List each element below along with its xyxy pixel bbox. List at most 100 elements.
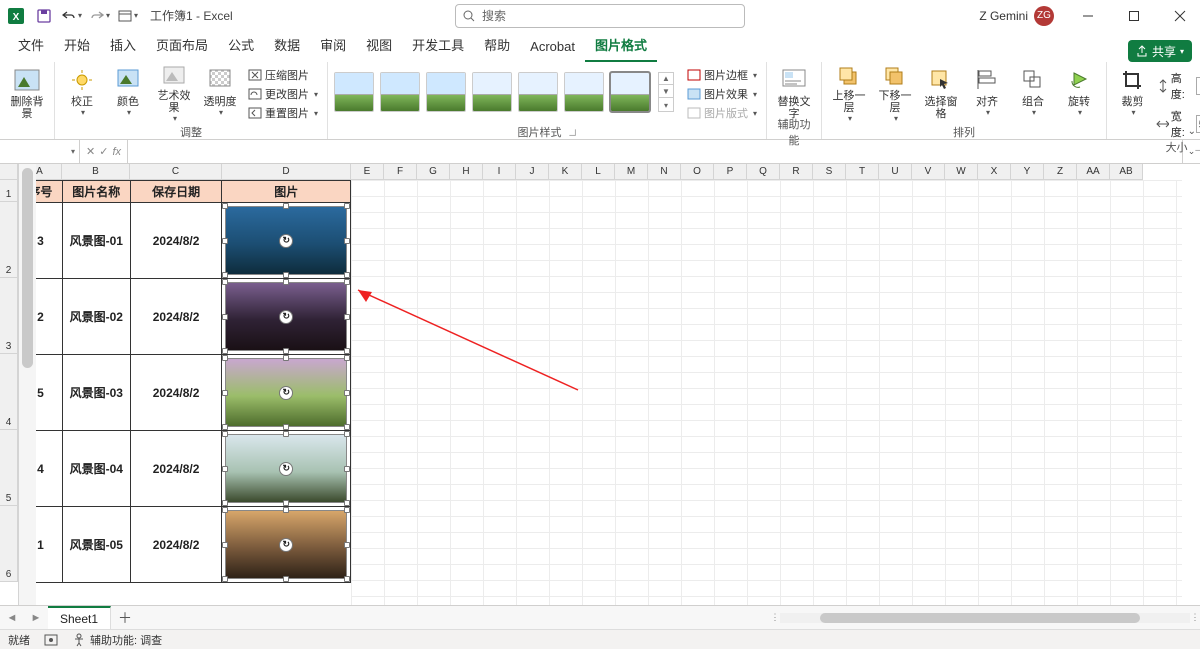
cell-date[interactable]: 2024/8/2 <box>130 507 222 583</box>
col-header-S[interactable]: S <box>813 164 846 180</box>
col-header-X[interactable]: X <box>978 164 1011 180</box>
artistic-effects-button[interactable]: 艺术效果 <box>153 64 195 124</box>
col-header-P[interactable]: P <box>714 164 747 180</box>
style-preset-5[interactable] <box>564 72 604 112</box>
height-input[interactable] <box>1196 77 1200 95</box>
bring-forward-button[interactable]: 上移一层 <box>828 64 870 124</box>
style-preset-0[interactable] <box>334 72 374 112</box>
rotate-button[interactable]: 旋转 <box>1058 64 1100 124</box>
col-header-M[interactable]: M <box>615 164 648 180</box>
style-preset-6[interactable] <box>610 72 650 112</box>
cancel-formula-icon[interactable]: ✕ <box>86 145 95 158</box>
qat-more-button[interactable] <box>116 4 140 28</box>
group-objects-button[interactable]: 组合 <box>1012 64 1054 124</box>
column-headers[interactable]: ABCDEFGHIJKLMNOPQRSTUVWXYZAAAB <box>18 164 1200 180</box>
col-header-L[interactable]: L <box>582 164 615 180</box>
crop-button[interactable]: 裁剪 <box>1113 64 1152 124</box>
group-label-size[interactable]: 大小 <box>1113 140 1200 154</box>
tab-Acrobat[interactable]: Acrobat <box>520 33 585 62</box>
alt-text-button[interactable]: 替换文字 <box>773 64 815 124</box>
collapse-ribbon-button[interactable]: ⌄ <box>1188 126 1196 137</box>
picture-layout-button[interactable]: 图片版式 <box>684 104 760 122</box>
send-backward-button[interactable]: 下移一层 <box>874 64 916 124</box>
col-header-W[interactable]: W <box>945 164 978 180</box>
save-icon[interactable] <box>32 4 56 28</box>
col-header-F[interactable]: F <box>384 164 417 180</box>
maximize-button[interactable] <box>1114 0 1154 32</box>
tab-开始[interactable]: 开始 <box>54 29 100 62</box>
cell-image[interactable]: ↻ <box>222 507 351 583</box>
col-header-V[interactable]: V <box>912 164 945 180</box>
col-header-D[interactable]: D <box>222 164 351 180</box>
col-header-K[interactable]: K <box>549 164 582 180</box>
col-header-J[interactable]: J <box>516 164 549 180</box>
embedded-picture[interactable]: ↻ <box>225 358 347 427</box>
share-button[interactable]: 共享▾ <box>1128 40 1192 62</box>
style-preset-2[interactable] <box>426 72 466 112</box>
col-header-R[interactable]: R <box>780 164 813 180</box>
col-header-G[interactable]: G <box>417 164 450 180</box>
change-picture-button[interactable]: 更改图片 <box>245 85 321 103</box>
col-header-O[interactable]: O <box>681 164 714 180</box>
minimize-button[interactable] <box>1068 0 1108 32</box>
col-header-B[interactable]: B <box>62 164 130 180</box>
account-button[interactable]: Z Gemini ZG <box>979 6 1054 26</box>
row-header-4[interactable]: 4 <box>0 354 18 430</box>
col-header-Z[interactable]: Z <box>1044 164 1077 180</box>
cell-name[interactable]: 风景图-03 <box>62 355 130 431</box>
tab-视图[interactable]: 视图 <box>356 29 402 62</box>
tab-开发工具[interactable]: 开发工具 <box>402 29 474 62</box>
search-box[interactable]: 搜索 <box>455 4 745 28</box>
embedded-picture[interactable]: ↻ <box>225 206 347 275</box>
horizontal-scrollbar[interactable]: ⋮⋮ <box>770 612 1200 624</box>
col-header-Y[interactable]: Y <box>1011 164 1044 180</box>
gallery-scroll[interactable]: ▲▼▾ <box>658 72 674 112</box>
select-all-cell[interactable] <box>0 164 18 180</box>
selection-pane-button[interactable]: 选择窗格 <box>920 64 962 124</box>
fx-icon[interactable]: fx <box>112 146 121 158</box>
group-label-styles[interactable]: 图片样式 <box>334 125 760 139</box>
accessibility-status[interactable]: 辅助功能: 调查 <box>72 632 162 648</box>
reset-picture-button[interactable]: 重置图片 <box>245 104 321 122</box>
tab-图片格式[interactable]: 图片格式 <box>585 29 657 62</box>
embedded-picture[interactable]: ↻ <box>225 434 347 503</box>
redo-button[interactable] <box>88 4 112 28</box>
cell-date[interactable]: 2024/8/2 <box>130 203 222 279</box>
row-header-2[interactable]: 2 <box>0 202 18 278</box>
sheet-tab-active[interactable]: Sheet1 <box>48 606 111 629</box>
tab-文件[interactable]: 文件 <box>8 29 54 62</box>
macro-record-icon[interactable] <box>44 634 58 646</box>
picture-effects-button[interactable]: 图片效果 <box>684 85 760 103</box>
rotate-handle-icon[interactable]: ↻ <box>279 462 293 476</box>
close-button[interactable] <box>1160 0 1200 32</box>
enter-formula-icon[interactable]: ✓ <box>99 145 108 158</box>
row-header-3[interactable]: 3 <box>0 278 18 354</box>
rotate-handle-icon[interactable]: ↻ <box>279 538 293 552</box>
tab-审阅[interactable]: 审阅 <box>310 29 356 62</box>
cell-date[interactable]: 2024/8/2 <box>130 355 222 431</box>
picture-styles-gallery[interactable]: ▲▼▾ <box>334 64 674 116</box>
embedded-picture[interactable]: ↻ <box>225 282 347 351</box>
row-headers[interactable]: 123456 <box>0 164 18 605</box>
width-input[interactable]: 5.5 厘米 <box>1196 115 1200 133</box>
vertical-scrollbar[interactable] <box>18 164 36 605</box>
picture-border-button[interactable]: 图片边框 <box>684 66 760 84</box>
row-header-6[interactable]: 6 <box>0 506 18 582</box>
undo-button[interactable] <box>60 4 84 28</box>
align-button[interactable]: 对齐 <box>966 64 1008 124</box>
add-sheet-button[interactable]: ＋ <box>111 608 139 628</box>
col-header-N[interactable]: N <box>648 164 681 180</box>
tab-数据[interactable]: 数据 <box>264 29 310 62</box>
remove-background-button[interactable]: 删除背景 <box>6 64 48 124</box>
tab-页面布局[interactable]: 页面布局 <box>146 29 218 62</box>
tab-插入[interactable]: 插入 <box>100 29 146 62</box>
table-header[interactable]: 保存日期 <box>130 181 222 203</box>
rotate-handle-icon[interactable]: ↻ <box>279 234 293 248</box>
sheet-nav-prev[interactable]: ◄ <box>0 606 24 629</box>
cell-image[interactable]: ↻ <box>222 203 351 279</box>
col-header-C[interactable]: C <box>130 164 222 180</box>
style-preset-1[interactable] <box>380 72 420 112</box>
tab-帮助[interactable]: 帮助 <box>474 29 520 62</box>
col-header-AA[interactable]: AA <box>1077 164 1110 180</box>
cell-name[interactable]: 风景图-02 <box>62 279 130 355</box>
